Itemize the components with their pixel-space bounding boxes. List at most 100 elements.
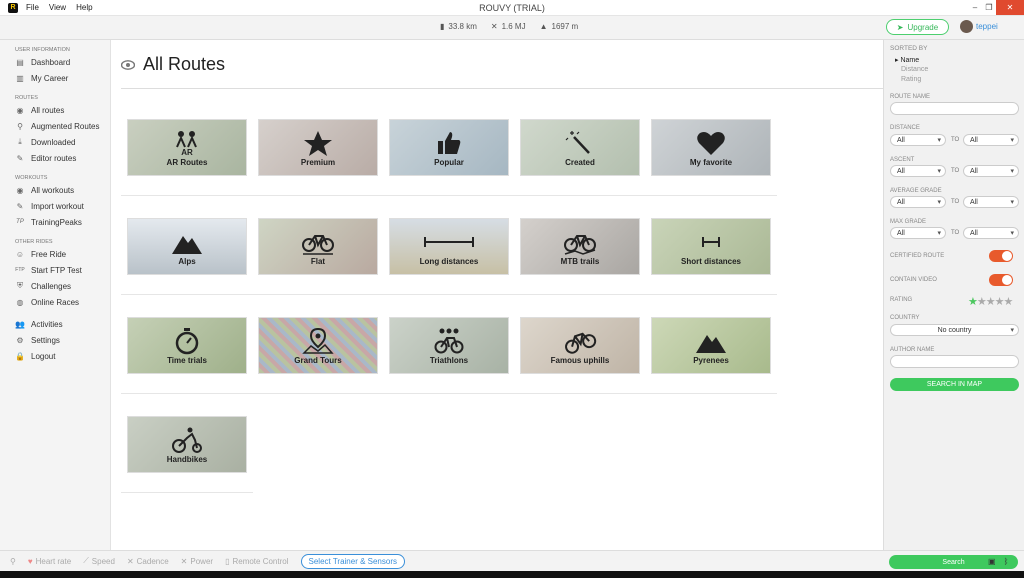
menu-bar: File View Help (26, 3, 103, 12)
star-icon[interactable]: ★ (968, 295, 978, 308)
sidebar-item-import-workout[interactable]: ✎ Import workout (0, 198, 110, 214)
tile-ar-routes[interactable]: AR AR Routes (127, 119, 247, 176)
star-icon[interactable]: ★ (986, 295, 996, 308)
speed-icon: ⟋ (83, 556, 89, 565)
window-controls: – ❐ ✕ (968, 0, 1024, 15)
sidebar-item-augmented-routes[interactable]: ⚲ Augmented Routes (0, 118, 110, 134)
distance-to-select[interactable]: All (963, 134, 1019, 146)
screen-icon[interactable]: ▣ (988, 557, 996, 566)
route-name-label: ROUTE NAME (890, 94, 931, 100)
max-grade-to-select[interactable]: All (963, 227, 1019, 239)
tile-short-distances[interactable]: Short distances (651, 218, 771, 275)
author-name-input[interactable] (890, 355, 1019, 368)
restore-icon[interactable]: ❐ (982, 0, 996, 15)
sidebar-item-editor-routes[interactable]: ✎ Editor routes (0, 150, 110, 166)
divider (121, 88, 883, 89)
sidebar-section-user-information: USER INFORMATION (15, 47, 70, 53)
distance-from-select[interactable]: All (890, 134, 946, 146)
triathlon-icon (434, 328, 464, 353)
rocket-icon: ➤ (896, 22, 904, 32)
menu-help[interactable]: Help (76, 3, 92, 12)
star-icon[interactable]: ★ (995, 295, 1005, 308)
mtb-icon (564, 234, 596, 255)
ascent-to-select[interactable]: All (963, 165, 1019, 177)
tile-label: AR Routes (166, 157, 208, 167)
tile-famous-uphills[interactable]: Famous uphills (520, 317, 640, 374)
long-distance-icon (424, 236, 474, 247)
eye-icon: ◉ (16, 185, 24, 195)
download-icon: ⤓ (18, 137, 22, 146)
sidebar-item-online-races[interactable]: ◍ Online Races (0, 294, 110, 310)
tile-label: Time trials (167, 355, 207, 365)
sidebar-item-all-workouts[interactable]: ◉ All workouts (0, 182, 110, 198)
sort-rating[interactable]: Rating (901, 76, 921, 83)
short-distance-icon (702, 236, 720, 247)
users-icon: 👥 (15, 319, 25, 329)
tile-label: Flat (310, 256, 326, 266)
sidebar-item-downloaded[interactable]: ⤓ Downloaded (0, 134, 110, 150)
tile-grand-tours[interactable]: Grand Tours (258, 317, 378, 374)
search-in-map-button[interactable]: SEARCH IN MAP (890, 378, 1019, 391)
sidebar-item-settings[interactable]: ⚙ Settings (0, 332, 110, 348)
sidebar-item-ftp-test[interactable]: FTP Start FTP Test (0, 262, 110, 278)
tile-handbikes[interactable]: Handbikes (127, 416, 247, 473)
sidebar-item-logout[interactable]: 🔒 Logout (0, 348, 110, 364)
certified-route-label: CERTIFIED ROUTE (890, 253, 945, 259)
star-icon[interactable]: ★ (1004, 295, 1014, 308)
avg-grade-to-select[interactable]: All (963, 196, 1019, 208)
tile-time-trials[interactable]: Time trials (127, 317, 247, 374)
tile-mtb-trails[interactable]: MTB trails (520, 218, 640, 275)
stats-bar: ▮ 33.8 km ✕ 1.6 MJ ▲ 1697 m ➤ Upgrade te… (0, 16, 1024, 40)
tile-label: Pyrenees (693, 355, 729, 365)
remote-control-metric: ▯ Remote Control (225, 556, 289, 566)
tile-my-favorite[interactable]: My favorite (651, 119, 771, 176)
avg-grade-from-select[interactable]: All (890, 196, 946, 208)
minimize-icon[interactable]: – (968, 0, 982, 15)
stat-elevation: ▲ 1697 m (539, 22, 579, 31)
tile-row: AR AR Routes Premium Popular Created My … (127, 119, 771, 176)
rider-icon: ⚲ (10, 556, 16, 566)
tile-premium[interactable]: Premium (258, 119, 378, 176)
bluetooth-icon[interactable]: ᛒ (1004, 557, 1009, 566)
tile-triathlons[interactable]: Triathlons (389, 317, 509, 374)
sort-distance[interactable]: Distance (901, 66, 928, 73)
tile-flat[interactable]: Flat (258, 218, 378, 275)
country-select[interactable]: No country (890, 324, 1019, 336)
tile-pyrenees[interactable]: Pyrenees (651, 317, 771, 374)
star-icon[interactable]: ★ (977, 295, 987, 308)
route-name-input[interactable] (890, 102, 1019, 115)
max-grade-label: MAX GRADE (890, 219, 927, 225)
upgrade-button[interactable]: ➤ Upgrade (886, 19, 949, 35)
power-metric: ✕ Power (180, 556, 214, 566)
sidebar-item-activities[interactable]: 👥 Activities (0, 316, 110, 332)
sort-name[interactable]: ▸ Name (895, 56, 919, 64)
sidebar-item-my-career[interactable]: ▥ My Career (0, 70, 110, 86)
menu-file[interactable]: File (26, 3, 39, 12)
close-icon[interactable]: ✕ (996, 0, 1024, 15)
page-title: All Routes (143, 54, 226, 74)
sidebar-item-dashboard[interactable]: ▤ Dashboard (0, 54, 110, 70)
sidebar-item-trainingpeaks[interactable]: TP TrainingPeaks (0, 214, 110, 230)
sidebar-item-all-routes[interactable]: ◉ All routes (0, 102, 110, 118)
tile-created[interactable]: Created (520, 119, 640, 176)
tile-alps[interactable]: Alps (127, 218, 247, 275)
tile-long-distances[interactable]: Long distances (389, 218, 509, 275)
heart-icon (697, 131, 725, 155)
max-grade-from-select[interactable]: All (890, 227, 946, 239)
sidebar-item-free-ride[interactable]: ☺ Free Ride (0, 246, 110, 262)
heart-rate-metric: ♥ Heart rate (27, 556, 72, 566)
contain-video-toggle[interactable] (989, 274, 1013, 286)
sidebar-item-challenges[interactable]: ⛨ Challenges (0, 278, 110, 294)
stopwatch-icon (175, 327, 199, 354)
ascent-from-select[interactable]: All (890, 165, 946, 177)
tile-popular[interactable]: Popular (389, 119, 509, 176)
remote-icon: ▯ (225, 556, 230, 566)
menu-view[interactable]: View (49, 3, 66, 12)
certified-route-toggle[interactable] (989, 250, 1013, 262)
rating-stars[interactable]: ★ ★ ★ ★ ★ (968, 295, 1014, 308)
uphill-bicycle-icon (565, 332, 597, 354)
user-menu[interactable]: teppei (960, 20, 998, 33)
tile-label: Premium (300, 157, 336, 167)
select-trainer-button[interactable]: Select Trainer & Sensors (300, 553, 405, 569)
sidebar: USER INFORMATION ▤ Dashboard ▥ My Career R… (0, 40, 111, 550)
